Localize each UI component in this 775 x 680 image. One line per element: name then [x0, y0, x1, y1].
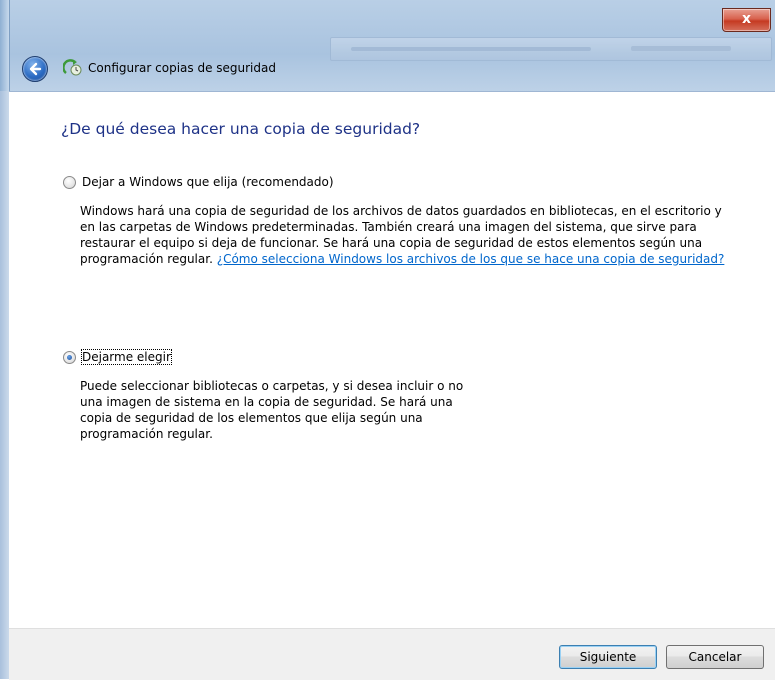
- page-heading: ¿De qué desea hacer una copia de segurid…: [61, 120, 421, 138]
- option-let-me-choose[interactable]: Dejarme elegir: [63, 349, 172, 365]
- option-let-me-choose-label[interactable]: Dejarme elegir: [81, 349, 172, 365]
- radio-let-me-choose[interactable]: [63, 350, 76, 364]
- option-windows-choose-label[interactable]: Dejar a Windows que elija (recomendado): [82, 175, 334, 189]
- footer-bar: [9, 628, 775, 680]
- backup-icon: [63, 59, 82, 76]
- back-arrow-icon: [29, 62, 42, 76]
- window-left-edge: [0, 91, 9, 679]
- radio-windows-choose[interactable]: [63, 175, 76, 189]
- option-windows-choose[interactable]: Dejar a Windows que elija (recomendado): [63, 175, 334, 189]
- back-button[interactable]: [22, 56, 48, 82]
- option-let-me-choose-description: Puede seleccionar bibliotecas o carpetas…: [80, 379, 464, 441]
- how-windows-selects-link[interactable]: ¿Cómo selecciona Windows los archivos de…: [217, 252, 725, 266]
- address-bar: [330, 37, 772, 61]
- close-icon: x: [741, 11, 752, 27]
- window-title: Configurar copias de seguridad: [88, 61, 276, 75]
- cancel-button[interactable]: Cancelar: [666, 645, 764, 669]
- close-button[interactable]: x: [722, 8, 771, 32]
- next-button[interactable]: Siguiente: [559, 645, 657, 669]
- option-windows-choose-description: Windows hará una copia de seguridad de l…: [80, 203, 730, 267]
